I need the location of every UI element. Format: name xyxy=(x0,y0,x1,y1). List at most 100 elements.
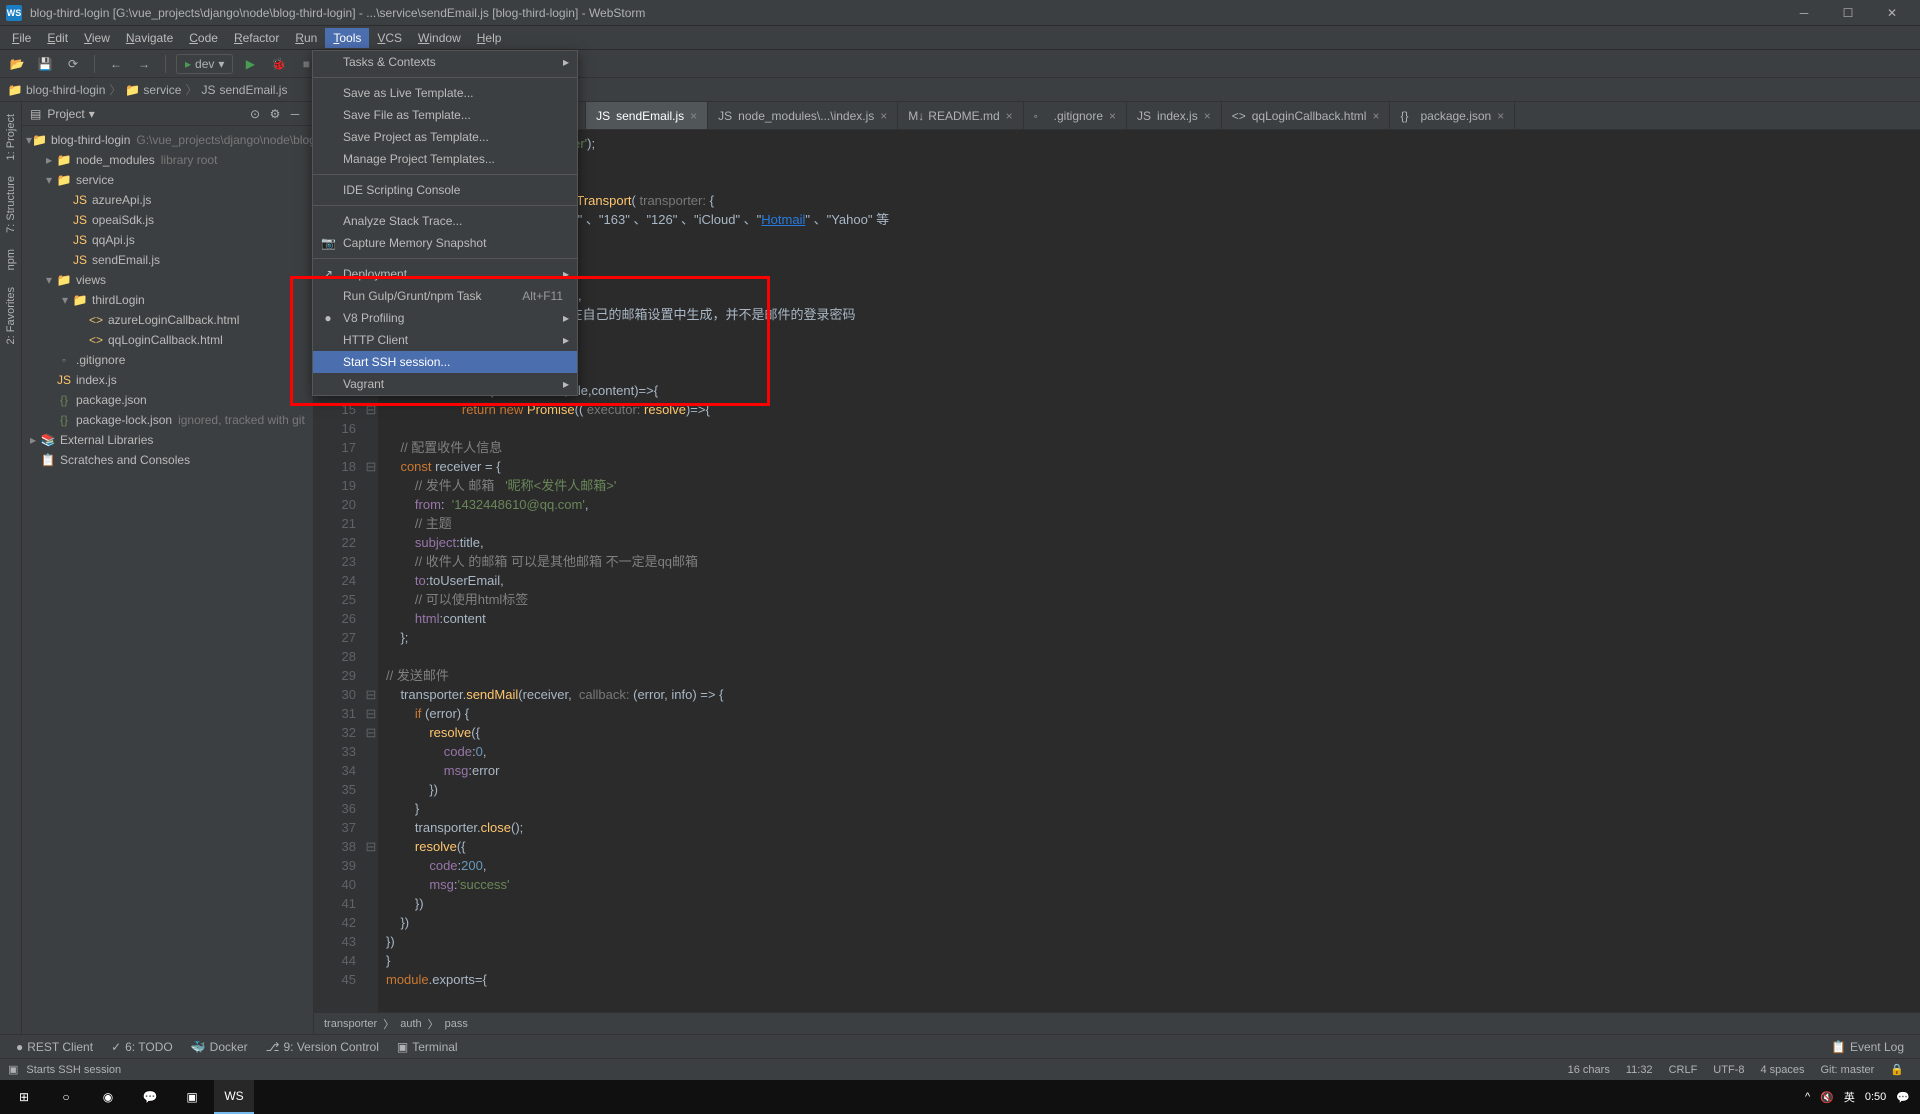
tool-window-9-version-control[interactable]: ⎇9: Version Control xyxy=(258,1038,387,1056)
rail-2-favorites[interactable]: 2: Favorites xyxy=(3,279,19,352)
tree-node[interactable]: JSqqApi.js xyxy=(22,230,313,250)
status-encoding[interactable]: UTF-8 xyxy=(1705,1064,1752,1076)
tree-node[interactable]: ▸📚External Libraries xyxy=(22,430,313,450)
menu-item-run-gulp-grunt-npm-task[interactable]: Run Gulp/Grunt/npm TaskAlt+F11 xyxy=(313,285,577,307)
wechat-icon[interactable]: 💬 xyxy=(130,1080,170,1114)
rail-npm[interactable]: npm xyxy=(3,241,19,278)
menu-item-deployment[interactable]: ↗Deployment▸ xyxy=(313,263,577,285)
editor-crumb-item[interactable]: transporter xyxy=(324,1018,377,1030)
back-icon[interactable]: ← xyxy=(105,53,127,75)
editor-tab[interactable]: ◦.gitignore× xyxy=(1024,102,1127,130)
menu-item-analyze-stack-trace-[interactable]: Analyze Stack Trace... xyxy=(313,210,577,232)
code-content[interactable]: = require('nodemailer'); 户端配置对象 = nodema… xyxy=(378,130,1920,1012)
start-button[interactable]: ⊞ xyxy=(4,1080,44,1114)
tool-window-6-todo[interactable]: ✓6: TODO xyxy=(103,1038,181,1056)
breadcrumb-item[interactable]: 📁service xyxy=(125,83,181,97)
event-log[interactable]: 📋Event Log xyxy=(1823,1038,1912,1056)
menu-vcs[interactable]: VCS xyxy=(369,28,410,48)
menu-code[interactable]: Code xyxy=(181,28,226,48)
tree-node[interactable]: ▾📁thirdLogin xyxy=(22,290,313,310)
tree-node[interactable]: ◦.gitignore xyxy=(22,350,313,370)
maximize-button[interactable]: ☐ xyxy=(1826,0,1870,26)
status-position[interactable]: 11:32 xyxy=(1618,1064,1661,1076)
close-tab-icon[interactable]: × xyxy=(1006,109,1013,123)
menu-item-save-file-as-template-[interactable]: Save File as Template... xyxy=(313,104,577,126)
menu-navigate[interactable]: Navigate xyxy=(118,28,181,48)
status-indent[interactable]: 4 spaces xyxy=(1752,1064,1812,1076)
tree-node[interactable]: JSsendEmail.js xyxy=(22,250,313,270)
close-tab-icon[interactable]: × xyxy=(1109,109,1116,123)
save-icon[interactable]: 💾 xyxy=(34,53,56,75)
tray-chevron-icon[interactable]: ^ xyxy=(1805,1091,1810,1103)
search-icon[interactable]: ○ xyxy=(46,1080,86,1114)
tools-dropdown[interactable]: Tasks & Contexts▸ Save as Live Template..… xyxy=(312,50,578,396)
forward-icon[interactable]: → xyxy=(133,53,155,75)
refresh-icon[interactable]: ⟳ xyxy=(62,53,84,75)
menu-view[interactable]: View xyxy=(76,28,118,48)
close-tab-icon[interactable]: × xyxy=(1497,109,1504,123)
tray-ime[interactable]: 英 xyxy=(1844,1089,1855,1105)
editor-tab[interactable]: JSsendEmail.js× xyxy=(586,102,708,130)
close-tab-icon[interactable]: × xyxy=(880,109,887,123)
breadcrumb-item[interactable]: 📁blog-third-login xyxy=(8,83,105,97)
editor-tab[interactable]: {}package.json× xyxy=(1390,102,1515,130)
status-git[interactable]: Git: master xyxy=(1813,1064,1883,1076)
tray-time[interactable]: 0:50 xyxy=(1865,1091,1886,1103)
menu-item-save-project-as-template-[interactable]: Save Project as Template... xyxy=(313,126,577,148)
menu-refactor[interactable]: Refactor xyxy=(226,28,287,48)
menu-tools[interactable]: Tools xyxy=(325,28,369,48)
editor-tab[interactable]: M↓README.md× xyxy=(898,102,1023,130)
menu-file[interactable]: File xyxy=(4,28,39,48)
close-tab-icon[interactable]: × xyxy=(1372,109,1379,123)
tree-node[interactable]: <>azureLoginCallback.html xyxy=(22,310,313,330)
editor-tab[interactable]: JSindex.js× xyxy=(1127,102,1222,130)
editor-breadcrumb[interactable]: transporter〉auth〉pass xyxy=(314,1012,1920,1034)
menu-item-v8-profiling[interactable]: ●V8 Profiling▸ xyxy=(313,307,577,329)
tool-window-icon[interactable]: ▣ xyxy=(8,1063,18,1076)
tree-node[interactable]: <>qqLoginCallback.html xyxy=(22,330,313,350)
tree-node[interactable]: 📋Scratches and Consoles xyxy=(22,450,313,470)
debug-icon[interactable]: 🐞 xyxy=(267,53,289,75)
editor-crumb-item[interactable]: auth xyxy=(400,1018,421,1030)
tree-node[interactable]: ▾📁blog-third-loginG:\vue_projects\django… xyxy=(22,130,313,150)
status-lock-icon[interactable]: 🔒 xyxy=(1882,1063,1912,1076)
tree-node[interactable]: ▾📁views xyxy=(22,270,313,290)
tool-window-docker[interactable]: 🐳Docker xyxy=(183,1038,256,1056)
chevron-down-icon[interactable]: ▾ xyxy=(89,107,95,121)
run-config-selector[interactable]: ▸ dev ▾ xyxy=(176,54,233,74)
menu-item-capture-memory-snapshot[interactable]: 📷Capture Memory Snapshot xyxy=(313,232,577,254)
menu-item-tasks-contexts[interactable]: Tasks & Contexts▸ xyxy=(313,51,577,73)
menu-item-ide-scripting-console[interactable]: IDE Scripting Console xyxy=(313,179,577,201)
settings-icon[interactable]: ⚙ xyxy=(265,107,285,121)
run-icon[interactable]: ▶ xyxy=(239,53,261,75)
chrome-icon[interactable]: ◉ xyxy=(88,1080,128,1114)
editor-crumb-item[interactable]: pass xyxy=(445,1018,468,1030)
tree-node[interactable]: ▾📁service xyxy=(22,170,313,190)
webstorm-taskbar-icon[interactable]: WS xyxy=(214,1080,254,1114)
project-tree[interactable]: ▾📁blog-third-loginG:\vue_projects\django… xyxy=(22,126,313,1034)
status-line-separator[interactable]: CRLF xyxy=(1661,1064,1706,1076)
tree-node[interactable]: JSazureApi.js xyxy=(22,190,313,210)
menu-item-http-client[interactable]: HTTP Client▸ xyxy=(313,329,577,351)
tree-node[interactable]: {}package-lock.jsonignored, tracked with… xyxy=(22,410,313,430)
close-button[interactable]: ✕ xyxy=(1870,0,1914,26)
menu-item-start-ssh-session-[interactable]: Start SSH session... xyxy=(313,351,577,373)
menu-run[interactable]: Run xyxy=(287,28,325,48)
editor-tab[interactable]: JSnode_modules\...\index.js× xyxy=(708,102,898,130)
tree-node[interactable]: JSindex.js xyxy=(22,370,313,390)
menu-item-save-as-live-template-[interactable]: Save as Live Template... xyxy=(313,82,577,104)
tree-node[interactable]: ▸📁node_moduleslibrary root xyxy=(22,150,313,170)
menu-edit[interactable]: Edit xyxy=(39,28,76,48)
rail-1-project[interactable]: 1: Project xyxy=(3,106,19,168)
rail-7-structure[interactable]: 7: Structure xyxy=(3,168,19,241)
tree-node[interactable]: {}package.json xyxy=(22,390,313,410)
tray-notifications-icon[interactable]: 💬 xyxy=(1896,1091,1910,1104)
menu-item-vagrant[interactable]: Vagrant▸ xyxy=(313,373,577,395)
breadcrumb-item[interactable]: JSsendEmail.js xyxy=(201,83,287,97)
tray-volume-icon[interactable]: 🔇 xyxy=(1820,1091,1834,1104)
hide-icon[interactable]: ─ xyxy=(285,107,305,121)
editor-tab[interactable]: <>qqLoginCallback.html× xyxy=(1222,102,1391,130)
tool-window-terminal[interactable]: ▣Terminal xyxy=(389,1038,466,1056)
close-tab-icon[interactable]: × xyxy=(690,109,697,123)
system-tray[interactable]: ^ 🔇 英 0:50 💬 xyxy=(1805,1089,1916,1105)
